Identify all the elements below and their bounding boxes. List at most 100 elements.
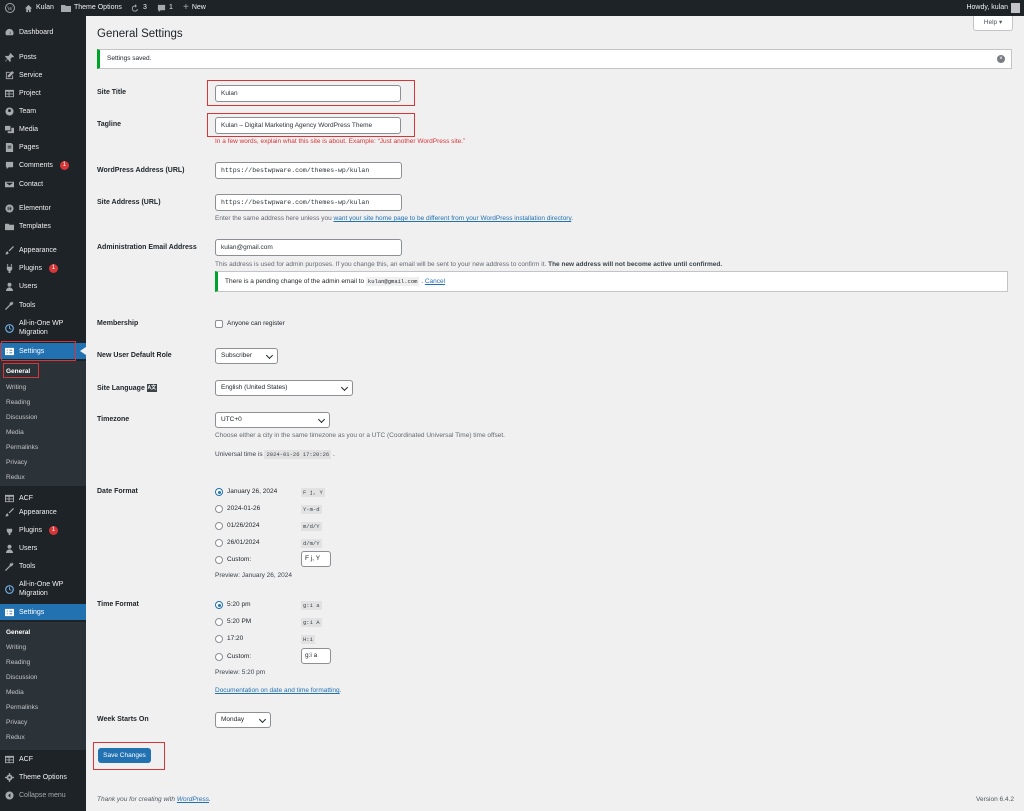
- menu-all-in-one-wp-migration-2[interactable]: All-in-One WP Migration: [0, 577, 86, 601]
- wordpress-logo-icon[interactable]: W: [5, 0, 15, 16]
- week-starts-select[interactable]: Monday: [215, 712, 271, 728]
- timezone-select[interactable]: UTC+0: [215, 412, 330, 428]
- wordpress-link[interactable]: WordPress: [177, 796, 209, 803]
- menu-contact[interactable]: Contact: [0, 176, 86, 192]
- settings-icon: [5, 608, 14, 616]
- submenu-media-2[interactable]: Media: [6, 685, 24, 700]
- settings-submenu-2: General Writing Reading Discussion Media…: [0, 622, 86, 750]
- menu-appearance-2[interactable]: Appearance: [0, 504, 86, 520]
- cancel-email-change-link[interactable]: Cancel: [425, 278, 445, 285]
- date-format-radio-custom[interactable]: [215, 556, 223, 564]
- menu-posts[interactable]: Posts: [0, 49, 86, 65]
- date-format-radio-1[interactable]: [215, 488, 223, 496]
- time-format-radio-custom[interactable]: [215, 653, 223, 661]
- admin-sidebar-menu: Dashboard Posts Service Project Team Med…: [0, 16, 86, 811]
- date-format-custom-input[interactable]: F j, Y: [301, 551, 331, 567]
- user-account-link[interactable]: Howdy, kulan: [966, 0, 1020, 16]
- timezone-description: Choose either a city in the same timezon…: [215, 432, 505, 439]
- submenu-redux[interactable]: Redux: [6, 470, 25, 485]
- menu-team[interactable]: Team: [0, 103, 86, 119]
- menu-service[interactable]: Service: [0, 67, 86, 83]
- date-format-radio-3[interactable]: [215, 522, 223, 530]
- comment-icon: [157, 4, 166, 12]
- submenu-media[interactable]: Media: [6, 425, 24, 440]
- menu-media[interactable]: Media: [0, 121, 86, 137]
- wordpress-address-input[interactable]: https://bestwpware.com/themes-wp/kulan: [215, 162, 402, 179]
- site-address-input[interactable]: https://bestwpware.com/themes-wp/kulan: [215, 194, 402, 211]
- menu-plugins-2[interactable]: Plugins 1: [0, 522, 86, 538]
- svg-text:W: W: [7, 7, 13, 13]
- menu-acf-2[interactable]: ACF: [0, 751, 86, 767]
- time-format-radio-3[interactable]: [215, 635, 223, 643]
- submenu-discussion[interactable]: Discussion: [6, 410, 37, 425]
- menu-templates[interactable]: Templates: [0, 218, 86, 234]
- menu-users-2[interactable]: Users: [0, 540, 86, 556]
- site-language-select[interactable]: English (United States): [215, 380, 353, 396]
- submenu-discussion-2[interactable]: Discussion: [6, 670, 37, 685]
- wordpress-address-label: WordPress Address (URL): [97, 167, 185, 174]
- anyone-can-register-checkbox[interactable]: [215, 320, 223, 328]
- date-format-radio-4[interactable]: [215, 539, 223, 547]
- comments-link[interactable]: 1: [157, 0, 173, 16]
- edit-icon: [5, 70, 14, 79]
- plus-icon: +: [183, 2, 189, 13]
- date-time-docs-link[interactable]: Documentation on date and time formattin…: [215, 687, 340, 694]
- time-format-radio-2[interactable]: [215, 618, 223, 626]
- submenu-privacy[interactable]: Privacy: [6, 455, 27, 470]
- home-page-different-link[interactable]: want your site home page to be different…: [334, 215, 572, 222]
- submenu-writing[interactable]: Writing: [6, 380, 26, 395]
- default-role-select[interactable]: Subscriber: [215, 348, 278, 364]
- menu-settings-2[interactable]: Settings: [0, 604, 86, 620]
- menu-theme-options[interactable]: Theme Options: [0, 769, 86, 785]
- submenu-writing-2[interactable]: Writing: [6, 640, 26, 655]
- collapse-menu-button[interactable]: Collapse menu: [0, 787, 86, 803]
- menu-dashboard[interactable]: Dashboard: [0, 24, 86, 40]
- submenu-reading-2[interactable]: Reading: [6, 655, 30, 670]
- submenu-privacy-2[interactable]: Privacy: [6, 715, 27, 730]
- dismiss-notice-icon[interactable]: ×: [997, 55, 1005, 63]
- menu-tools-2[interactable]: Tools: [0, 558, 86, 574]
- date-format-radio-2[interactable]: [215, 505, 223, 513]
- mail-icon: [5, 181, 14, 187]
- submenu-permalinks[interactable]: Permalinks: [6, 440, 38, 455]
- submenu-redux-2[interactable]: Redux: [6, 730, 25, 745]
- brush-icon: [5, 507, 14, 516]
- submenu-general-2[interactable]: General: [6, 625, 30, 640]
- collapse-arrow-icon: [5, 790, 14, 800]
- menu-plugins[interactable]: Plugins 1: [0, 260, 86, 276]
- highlight-box-general: [3, 363, 39, 378]
- menu-all-in-one-wp-migration[interactable]: All-in-One WP Migration: [0, 316, 86, 340]
- main-content: Help ▾ General Settings Settings saved. ×…: [86, 16, 1024, 811]
- menu-pages[interactable]: Pages: [0, 139, 86, 155]
- site-name-link[interactable]: Kulan: [24, 0, 54, 16]
- new-content-link[interactable]: + New: [183, 0, 206, 16]
- submenu-permalinks-2[interactable]: Permalinks: [6, 700, 38, 715]
- pin-icon: [5, 52, 14, 62]
- gear-icon: [5, 772, 14, 782]
- default-role-label: New User Default Role: [97, 352, 172, 359]
- pending-email-notice: There is a pending change of the admin e…: [215, 271, 1008, 292]
- menu-appearance[interactable]: Appearance: [0, 242, 86, 258]
- week-starts-label: Week Starts On: [97, 716, 149, 723]
- theme-options-link[interactable]: Theme Options: [61, 0, 122, 16]
- chevron-down-icon: [340, 383, 349, 392]
- migration-icon: [5, 323, 14, 333]
- menu-tools[interactable]: Tools: [0, 297, 86, 313]
- admin-email-description: This address is used for admin purposes.…: [215, 261, 723, 268]
- menu-users[interactable]: Users: [0, 278, 86, 294]
- help-tab-button[interactable]: Help ▾: [973, 16, 1013, 31]
- comment-icon: [5, 161, 14, 169]
- time-format-code-1: g:i a: [301, 601, 322, 610]
- updates-link[interactable]: 3: [130, 0, 147, 16]
- menu-elementor[interactable]: Elementor: [0, 200, 86, 216]
- menu-project[interactable]: Project: [0, 85, 86, 101]
- date-format-option-3: 01/26/2024: [227, 522, 260, 529]
- table-icon: [5, 755, 14, 763]
- menu-comments[interactable]: Comments 1: [0, 157, 86, 173]
- submenu-reading[interactable]: Reading: [6, 395, 30, 410]
- time-format-radio-1[interactable]: [215, 601, 223, 609]
- brush-icon: [5, 245, 14, 254]
- time-format-custom-input[interactable]: g:i a: [301, 648, 331, 664]
- table-icon: [5, 89, 14, 97]
- admin-email-input[interactable]: kulan@gmail.com: [215, 239, 402, 256]
